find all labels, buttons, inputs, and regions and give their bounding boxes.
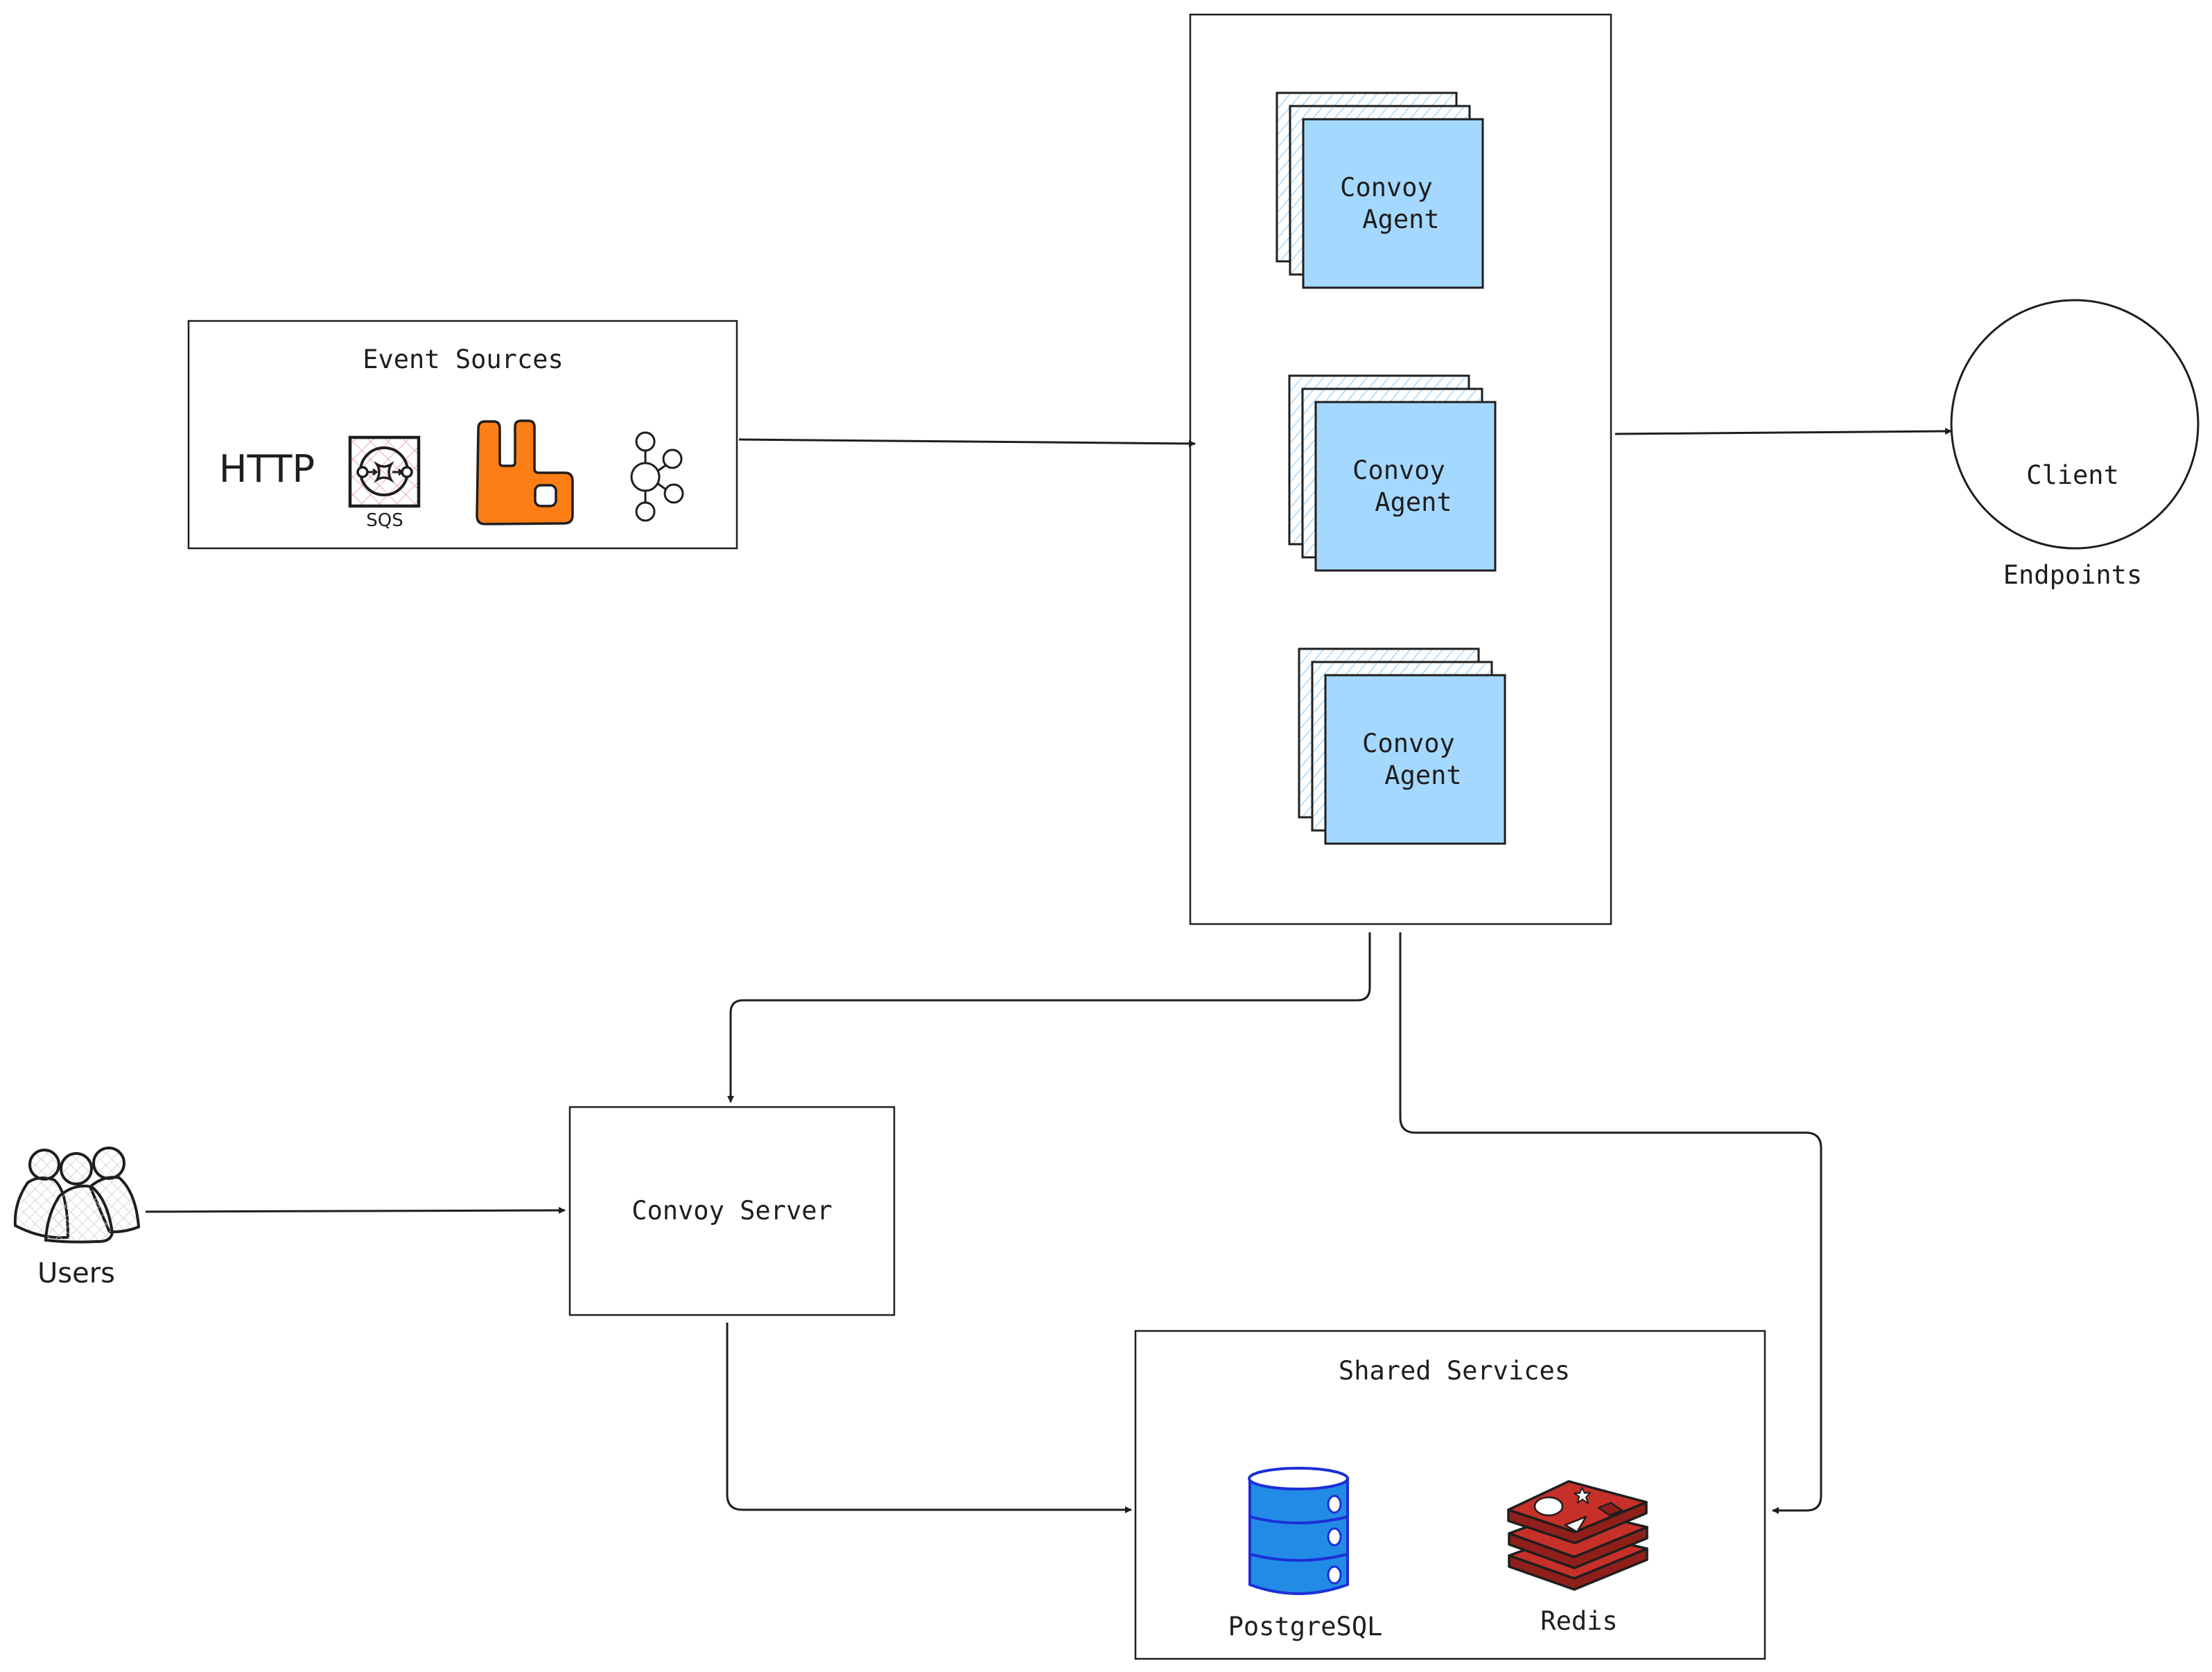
http-label: HTTP	[218, 447, 315, 491]
aws-sqs-icon	[348, 435, 421, 508]
shared-services-title: Shared Services	[1338, 1356, 1571, 1386]
postgresql-label: PostgreSQL	[1228, 1612, 1383, 1641]
agent-label-line2: Agent	[1362, 204, 1440, 234]
architecture-diagram	[13, 13, 2200, 1660]
convoy-agent-label: Convoy Agent	[1330, 455, 1468, 519]
agent-label-line1: Convoy	[1340, 173, 1433, 202]
arrow-agents-to-client-endpoints	[1614, 428, 1952, 435]
database-icon	[1248, 1467, 1349, 1595]
arrow-users-to-convoy-server	[145, 1207, 566, 1214]
users-icon	[13, 1147, 141, 1244]
convoy-server-label: Convoy Server	[632, 1196, 833, 1226]
agent-label-line2: Agent	[1375, 487, 1452, 517]
arrow-convoy-server-to-shared-services	[726, 1323, 1132, 1513]
arrow-event-sources-to-agents	[738, 438, 1196, 447]
sqs-label: SQS	[366, 510, 403, 531]
convoy-agent-label: Convoy Agent	[1317, 172, 1456, 236]
convoy-agent-label: Convoy Agent	[1339, 728, 1478, 792]
arrow-agents-to-convoy-server	[727, 932, 1371, 1103]
redis-label: Redis	[1540, 1606, 1618, 1636]
agent-label-line1: Convoy	[1352, 455, 1445, 485]
client-endpoints-label: Client Endpoints	[1969, 392, 2177, 625]
client-endpoints-line2: Endpoints	[2003, 560, 2143, 590]
event-sources-title: Event Sources	[363, 345, 564, 374]
agent-label-line2: Agent	[1384, 760, 1462, 790]
client-endpoints-line1: Client	[2026, 460, 2119, 490]
agent-label-line1: Convoy	[1362, 729, 1455, 758]
users-label: Users	[37, 1257, 115, 1289]
